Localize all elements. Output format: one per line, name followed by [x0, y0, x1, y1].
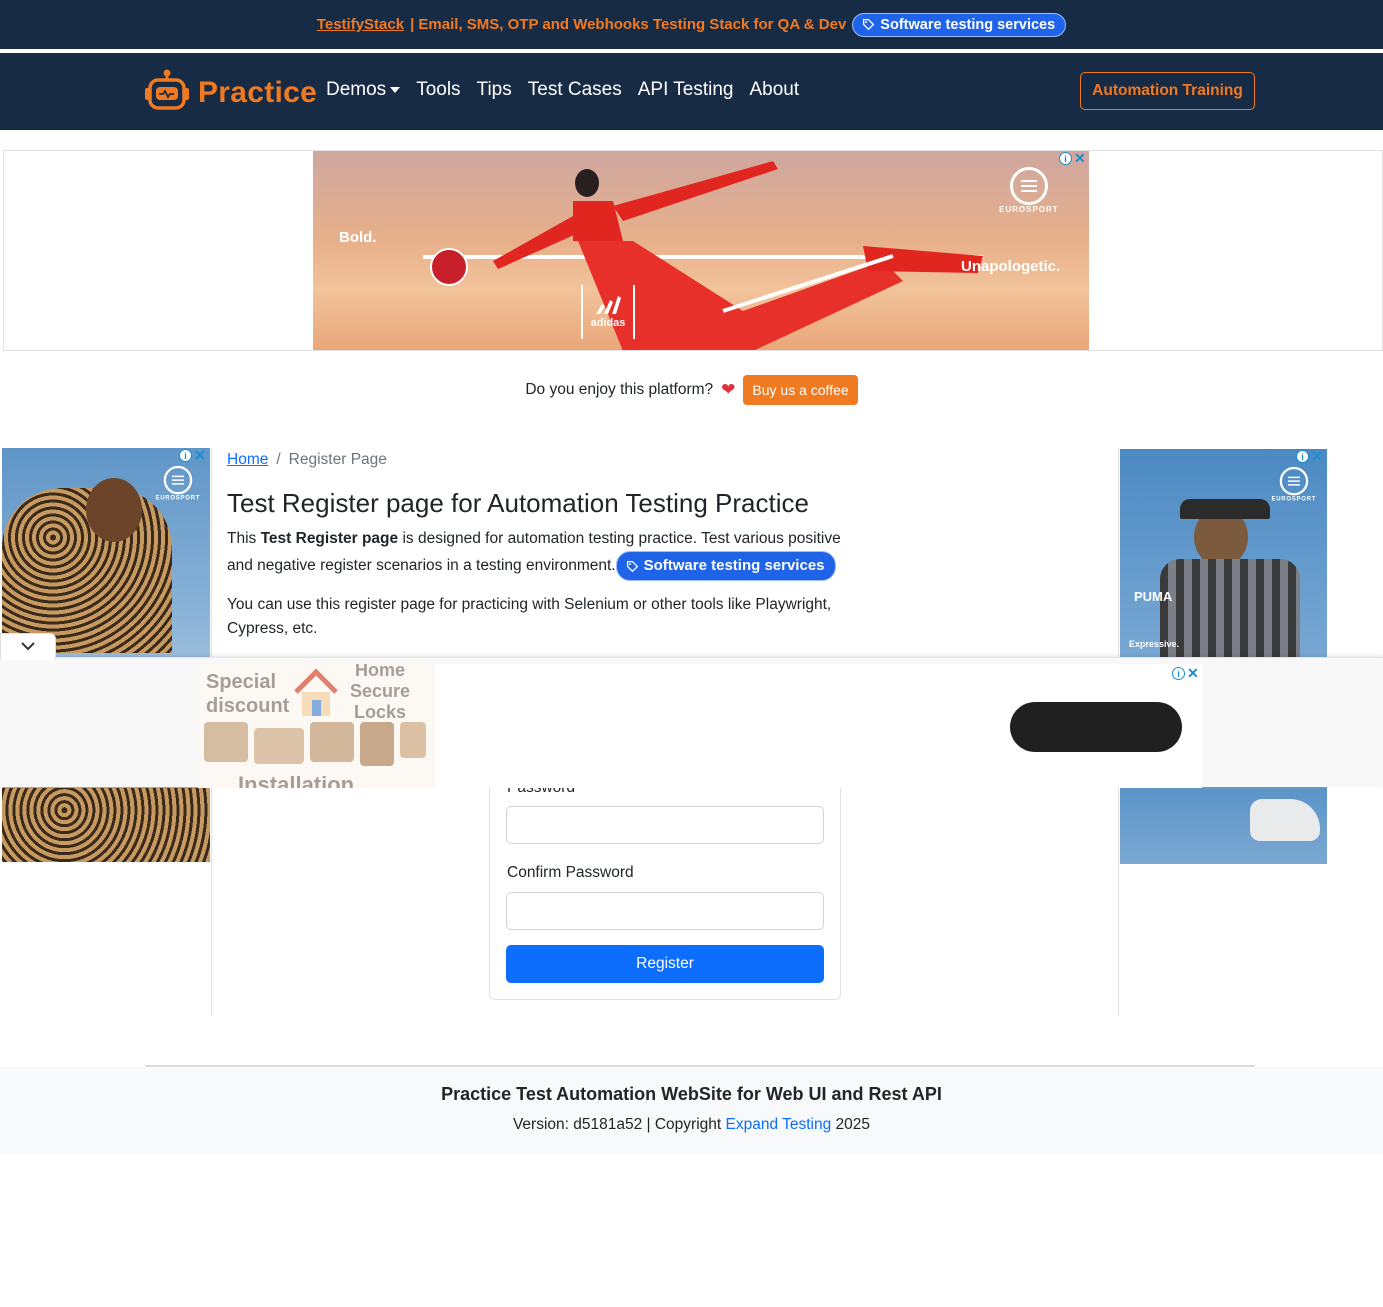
intro-paragraph: This Test Register page is designed for … [227, 527, 867, 581]
nav-demos-label: Demos [326, 79, 387, 100]
eurosport-ring-icon [1009, 167, 1048, 205]
footer-year: 2025 [831, 1116, 871, 1133]
leopard-outfit-lower-graphic [2, 788, 210, 862]
breadcrumb: Home / Register Page [227, 451, 387, 469]
caret-down-icon [390, 86, 401, 93]
footer-version-prefix: Version: d5181a52 | Copyright [512, 1116, 726, 1133]
intro-bold: Test Register page [260, 530, 399, 547]
support-prompt: Do you enjoy this platform? ❤ Buy us a c… [0, 375, 1383, 405]
ad-word-bold: Bold. [339, 229, 377, 246]
chevron-down-icon [20, 638, 36, 656]
locks-home-text: Home Secure Locks [349, 664, 411, 722]
eurosport-logo-left: EUROSPORT [155, 465, 201, 502]
top-promo-bar: TestifyStack | Email, SMS, OTP and Webho… [0, 0, 1383, 49]
automation-training-button[interactable]: Automation Training [1080, 72, 1255, 110]
ad-collapse-tab[interactable] [0, 633, 56, 660]
eurosport-text: EUROSPORT [999, 205, 1059, 214]
confirm-password-input[interactable] [506, 892, 824, 930]
eurosport-ring-icon [1279, 466, 1309, 496]
athlete-figure-graphic [423, 161, 983, 350]
ad-close-icon[interactable]: ✕ [1311, 449, 1323, 463]
ad-close-icon[interactable]: ✕ [194, 448, 206, 462]
footer-version: Version: d5181a52 | Copyright Expand Tes… [0, 1116, 1383, 1134]
plaid-shirt-graphic [1160, 559, 1300, 659]
breadcrumb-current: Register Page [288, 451, 387, 468]
ad-close-icon[interactable]: ✕ [1074, 151, 1086, 165]
adidas-ad-image[interactable]: Bold. Unapologetic. EUROSPORT adidas i ✕ [313, 151, 1089, 350]
ad-choices-right[interactable]: i ✕ [1296, 449, 1323, 463]
support-question: Do you enjoy this platform? [525, 381, 714, 398]
eurosport-text: EUROSPORT [1271, 495, 1317, 503]
footer-title: Practice Test Automation WebSite for Web… [441, 1084, 942, 1104]
heart-icon: ❤ [721, 380, 736, 399]
nav-tools[interactable]: Tools [416, 79, 460, 101]
tag-icon [626, 560, 639, 573]
confirm-password-label: Confirm Password [507, 864, 634, 881]
buy-coffee-button[interactable]: Buy us a coffee [743, 375, 858, 405]
eurosport-text: EUROSPORT [155, 494, 201, 502]
adidas-logo: adidas [581, 285, 635, 339]
ad-info-icon[interactable]: i [1296, 450, 1309, 463]
locks-ad-image[interactable]: Special discount Home Secure Locks Insta… [198, 664, 435, 788]
nav-about[interactable]: About [750, 79, 800, 101]
nav-test-cases[interactable]: Test Cases [528, 79, 622, 101]
brand-name: Practice [198, 75, 318, 109]
pill-label: Software testing services [880, 16, 1056, 33]
ad-info-icon[interactable]: i [179, 449, 192, 462]
robot-logo-icon [144, 68, 190, 117]
locks-graphic [204, 722, 430, 770]
eurosport-logo: EUROSPORT [999, 167, 1059, 214]
ad-choices-bottom[interactable]: i ✕ [1172, 666, 1199, 680]
brand-logo-link[interactable]: Practice [144, 68, 317, 117]
nav-tips[interactable]: Tips [477, 79, 512, 101]
locks-special-text: Special discount [206, 671, 290, 717]
main-navbar: Practice Demos Tools Tips Test Cases API… [0, 53, 1383, 130]
eurosport-logo-right: EUROSPORT [1271, 466, 1317, 503]
ad-cta-button[interactable] [1010, 702, 1182, 752]
nav-api-testing[interactable]: API Testing [638, 79, 734, 101]
ad-choices[interactable]: i ✕ [1059, 151, 1086, 165]
promo-tagline: | Email, SMS, OTP and Webhooks Testing S… [410, 16, 847, 33]
password-input[interactable] [506, 806, 824, 844]
house-icon [292, 668, 340, 718]
breadcrumb-home-link[interactable]: Home [227, 451, 268, 469]
register-button[interactable]: Register [506, 945, 824, 983]
eurosport-ring-icon [163, 465, 193, 495]
ad-info-icon[interactable]: i [1172, 667, 1185, 680]
puma-tagline: Expressive. [1129, 639, 1180, 649]
practice-tools-paragraph: You can use this register page for pract… [227, 596, 832, 637]
software-testing-services-pill[interactable]: Software testing services [852, 12, 1067, 37]
nav-demos-dropdown[interactable]: Demos [326, 79, 401, 101]
bucket-hat-graphic [1180, 499, 1270, 519]
top-ad-banner[interactable]: Bold. Unapologetic. EUROSPORT adidas i ✕ [3, 150, 1383, 351]
pill-label: Software testing services [643, 557, 825, 574]
intro-prefix: This [227, 530, 261, 547]
expand-testing-link[interactable]: Expand Testing [726, 1116, 832, 1133]
adidas-stripes-icon [593, 295, 623, 317]
ad-info-icon[interactable]: i [1059, 152, 1072, 165]
page-title: Test Register page for Automation Testin… [227, 488, 809, 518]
ad-word-unapologetic: Unapologetic. [961, 258, 1061, 275]
ad-choices-left[interactable]: i ✕ [179, 448, 206, 462]
puma-logo: PUMA [1134, 589, 1173, 604]
software-testing-services-inline-pill[interactable]: Software testing services [615, 551, 836, 581]
ad-close-icon[interactable]: ✕ [1187, 666, 1199, 680]
locks-install-text: Installation [238, 772, 355, 788]
footer: Practice Test Automation WebSite for Web… [0, 1067, 1383, 1153]
model-head-graphic [86, 478, 142, 542]
tag-icon [862, 18, 875, 31]
testifystack-link[interactable]: TestifyStack [317, 16, 404, 33]
bottom-ad-content[interactable]: Special discount Home Secure Locks Insta… [198, 664, 1202, 788]
bottom-anchor-ad[interactable]: Special discount Home Secure Locks Insta… [0, 657, 1383, 788]
breadcrumb-separator: / [276, 451, 281, 468]
nav-links: Demos Tools Tips Test Cases API Testing … [326, 79, 799, 101]
sneaker-graphic [1250, 799, 1320, 841]
adidas-text: adidas [590, 316, 626, 329]
